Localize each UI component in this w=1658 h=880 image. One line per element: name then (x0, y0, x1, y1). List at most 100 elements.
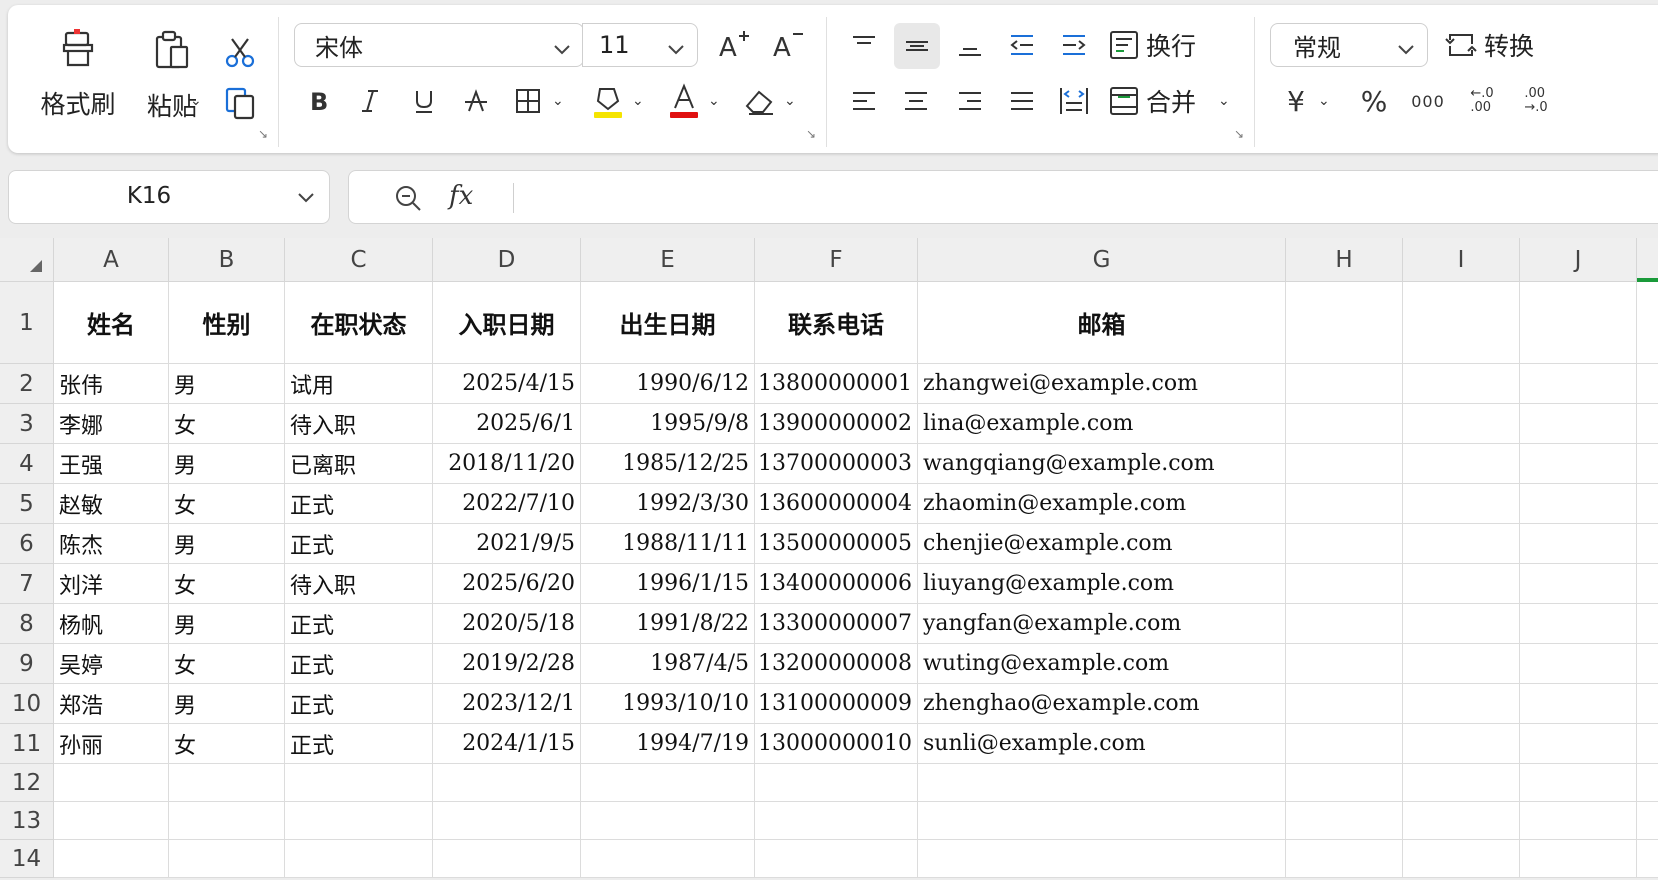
chevron-down-icon[interactable] (297, 188, 315, 210)
table-cell[interactable]: lina@example.com (918, 404, 1286, 444)
italic-button[interactable] (350, 81, 390, 121)
table-cell[interactable]: 2023/12/1 (433, 684, 581, 724)
table-cell[interactable]: 男 (169, 524, 285, 564)
table-cell[interactable]: 13900000002 (755, 404, 918, 444)
table-cell[interactable]: 1992/3/30 (581, 484, 755, 524)
row-header[interactable]: 6 (0, 524, 54, 564)
currency-dropdown-chevron-icon[interactable]: ⌄ (1318, 93, 1330, 109)
table-cell[interactable]: 2018/11/20 (433, 444, 581, 484)
table-cell[interactable]: 杨帆 (54, 604, 169, 644)
table-cell[interactable]: 陈杰 (54, 524, 169, 564)
table-cell[interactable] (285, 802, 433, 840)
row-header[interactable]: 2 (0, 364, 54, 404)
table-cell[interactable] (1403, 604, 1520, 644)
table-cell[interactable] (433, 802, 581, 840)
table-cell[interactable] (755, 764, 918, 802)
clear-format-dropdown-chevron-icon[interactable]: ⌄ (784, 93, 796, 109)
table-cell[interactable] (1520, 802, 1637, 840)
convert-button[interactable]: 转换 (1444, 25, 1568, 65)
table-cell[interactable]: 赵敏 (54, 484, 169, 524)
table-cell[interactable] (433, 764, 581, 802)
table-cell[interactable]: 1988/11/11 (581, 524, 755, 564)
row-header[interactable]: 11 (0, 724, 54, 764)
table-cell[interactable] (54, 802, 169, 840)
currency-format-button[interactable]: ¥ (1276, 81, 1316, 121)
font-dialog-launcher-icon[interactable]: ↘ (806, 127, 816, 141)
column-header[interactable]: A (54, 238, 169, 282)
table-cell[interactable]: 待入职 (285, 404, 433, 444)
table-cell[interactable] (1637, 484, 1658, 524)
column-header[interactable]: J (1520, 238, 1637, 282)
table-cell[interactable]: 1996/1/15 (581, 564, 755, 604)
table-cell[interactable] (1403, 524, 1520, 564)
column-header[interactable]: G (918, 238, 1286, 282)
table-cell[interactable]: 2025/6/20 (433, 564, 581, 604)
merge-cells-button[interactable]: 合并 (1108, 81, 1228, 121)
borders-button[interactable] (508, 81, 548, 121)
bold-button[interactable]: B (298, 81, 338, 121)
row-header[interactable]: 14 (0, 840, 54, 878)
header-cell[interactable]: 出生日期 (581, 282, 755, 364)
header-cell[interactable]: 邮箱 (918, 282, 1286, 364)
header-cell[interactable] (1286, 282, 1403, 364)
table-cell[interactable] (755, 802, 918, 840)
name-box[interactable]: K16 (8, 170, 330, 224)
insert-function-button[interactable]: fx (449, 181, 473, 211)
align-right-button[interactable] (950, 81, 990, 121)
table-cell[interactable] (1637, 364, 1658, 404)
table-cell[interactable] (1403, 840, 1520, 878)
strikethrough-button[interactable] (456, 81, 496, 121)
table-cell[interactable] (1520, 724, 1637, 764)
justify-button[interactable] (1002, 81, 1042, 121)
table-cell[interactable]: chenjie@example.com (918, 524, 1286, 564)
table-cell[interactable] (1286, 644, 1403, 684)
table-cell[interactable] (581, 840, 755, 878)
table-cell[interactable] (169, 764, 285, 802)
table-cell[interactable]: zhaomin@example.com (918, 484, 1286, 524)
table-cell[interactable]: 1987/4/5 (581, 644, 755, 684)
table-cell[interactable]: 王强 (54, 444, 169, 484)
table-cell[interactable] (1403, 764, 1520, 802)
table-cell[interactable]: 1995/9/8 (581, 404, 755, 444)
table-cell[interactable]: 吴婷 (54, 644, 169, 684)
table-cell[interactable]: 正式 (285, 524, 433, 564)
fill-color-button[interactable] (588, 79, 628, 123)
table-cell[interactable]: 李娜 (54, 404, 169, 444)
table-cell[interactable]: sunli@example.com (918, 724, 1286, 764)
formula-input[interactable] (529, 183, 1629, 213)
header-cell[interactable] (1520, 282, 1637, 364)
table-cell[interactable]: 女 (169, 404, 285, 444)
header-cell[interactable] (1637, 282, 1658, 364)
table-cell[interactable] (1520, 564, 1637, 604)
merge-dropdown-chevron-icon[interactable]: ⌄ (1218, 93, 1230, 109)
percent-format-button[interactable]: % (1354, 81, 1394, 121)
column-header[interactable]: I (1403, 238, 1520, 282)
table-cell[interactable] (1520, 764, 1637, 802)
table-cell[interactable] (1520, 604, 1637, 644)
table-cell[interactable]: 男 (169, 684, 285, 724)
table-cell[interactable]: 13200000008 (755, 644, 918, 684)
table-cell[interactable] (918, 802, 1286, 840)
table-cell[interactable] (1637, 764, 1658, 802)
font-size-select[interactable]: 11 (582, 23, 698, 67)
decrease-decimal-button[interactable]: .00 →.0 (1514, 81, 1558, 121)
table-cell[interactable]: 1991/8/22 (581, 604, 755, 644)
column-header[interactable]: E (581, 238, 755, 282)
table-cell[interactable] (169, 840, 285, 878)
table-cell[interactable]: 女 (169, 644, 285, 684)
table-cell[interactable]: 13300000007 (755, 604, 918, 644)
align-left-button[interactable] (844, 81, 884, 121)
table-cell[interactable] (918, 764, 1286, 802)
font-color-button[interactable] (664, 79, 704, 123)
table-cell[interactable] (1520, 444, 1637, 484)
table-cell[interactable] (1286, 684, 1403, 724)
font-name-select[interactable]: 宋体 (294, 23, 584, 67)
header-cell[interactable]: 联系电话 (755, 282, 918, 364)
row-header[interactable]: 3 (0, 404, 54, 444)
table-cell[interactable] (918, 840, 1286, 878)
table-cell[interactable] (581, 764, 755, 802)
paste-button[interactable]: 粘贴 (132, 23, 212, 131)
table-cell[interactable]: 13100000009 (755, 684, 918, 724)
table-cell[interactable]: 女 (169, 564, 285, 604)
table-cell[interactable] (285, 764, 433, 802)
